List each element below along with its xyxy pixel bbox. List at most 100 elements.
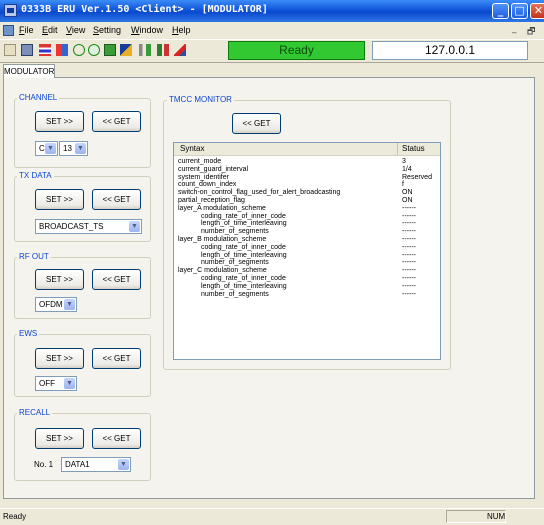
alert-icon[interactable] <box>174 44 186 56</box>
syntax-cell: coding_rate_of_inner_code <box>201 212 286 220</box>
table-row[interactable]: number_of_segments ------ <box>174 291 440 299</box>
status-cell: 1/4 <box>402 165 412 173</box>
syntax-cell: number_of_segments <box>201 290 269 298</box>
table-row[interactable]: coding_rate_of_inner_code ------ <box>174 213 440 221</box>
table-row[interactable]: system_identifer Reserved <box>174 174 440 182</box>
syntax-cell: layer_B modulation_scheme <box>178 236 267 243</box>
app-icon[interactable] <box>4 4 17 17</box>
ews-label: EWS <box>17 329 40 338</box>
table-row[interactable]: coding_rate_of_inner_code ------ <box>174 275 440 283</box>
menu-view[interactable]: View <box>66 25 85 35</box>
channel-number-select[interactable]: 13 ▼ <box>59 141 88 156</box>
syntax-cell: layer_A modulation_scheme <box>178 204 266 212</box>
table-row[interactable]: current_mode 3 <box>174 158 440 166</box>
column-header-status[interactable]: Status <box>402 144 425 153</box>
close-button[interactable]: ✕ <box>530 3 544 19</box>
ews-select[interactable]: OFF ▼ <box>35 376 77 391</box>
table-row[interactable]: layer_C modulation_scheme ------ <box>174 267 440 275</box>
syntax-cell: switch-on_control_flag_used_for_alert_br… <box>178 189 341 197</box>
syntax-cell: coding_rate_of_inner_code <box>201 243 286 251</box>
recall-get-button[interactable]: << GET <box>92 428 141 449</box>
title-bar[interactable]: 0333B ERU Ver.1.50 <Client> - [MODULATOR… <box>0 0 544 22</box>
tx-data-set-button[interactable]: SET >> <box>35 189 84 210</box>
tmcc-get-button[interactable]: << GET <box>232 113 281 134</box>
table-row[interactable]: switch-on_control_flag_used_for_alert_br… <box>174 189 440 197</box>
ews-get-button[interactable]: << GET <box>92 348 141 369</box>
table-row[interactable]: layer_B modulation_scheme ------ <box>174 236 440 244</box>
refresh-icon[interactable] <box>73 44 85 56</box>
connect-icon[interactable] <box>139 44 151 56</box>
ip-address-field[interactable]: 127.0.0.1 <box>372 41 528 60</box>
table-row[interactable]: number_of_segments ------ <box>174 259 440 267</box>
status-cell: ------ <box>402 259 416 267</box>
column-divider[interactable] <box>397 143 398 155</box>
monitor-icon[interactable] <box>104 44 116 56</box>
open-icon[interactable] <box>4 44 16 56</box>
menu-help[interactable]: Help <box>172 25 191 35</box>
mdi-restore-button[interactable]: 🗗 <box>527 24 535 40</box>
tab-modulator[interactable]: MODULATOR <box>3 64 55 78</box>
status-cell: 3 <box>402 158 406 165</box>
table-row[interactable]: length_of_time_interleaving ------ <box>174 283 440 291</box>
table-row[interactable]: length_of_time_interleaving ------ <box>174 252 440 260</box>
menu-edit[interactable]: Edit <box>42 25 58 35</box>
channel-get-button[interactable]: << GET <box>92 111 141 132</box>
num-lock-indicator: NUM <box>487 512 506 521</box>
chevron-down-icon: ▼ <box>64 378 75 389</box>
syntax-cell: partial_reception_flag <box>178 197 245 204</box>
menu-window[interactable]: Window <box>131 25 163 35</box>
table-row[interactable]: count_down_index f <box>174 181 440 189</box>
connection-status: Ready <box>228 41 365 60</box>
recall-data-select[interactable]: DATA1 ▼ <box>61 457 131 472</box>
syntax-cell: length_of_time_interleaving <box>201 282 287 290</box>
channel-icon[interactable] <box>39 44 51 56</box>
status-cell: Reserved <box>402 173 432 181</box>
status-cell: f <box>402 181 404 189</box>
table-row[interactable]: number_of_segments ------ <box>174 228 440 236</box>
menu-file[interactable]: File <box>19 25 34 35</box>
rf-out-get-button[interactable]: << GET <box>92 269 141 290</box>
tx-data-get-button[interactable]: << GET <box>92 189 141 210</box>
sync-icon[interactable] <box>88 44 100 56</box>
channel-set-button[interactable]: SET >> <box>35 111 84 132</box>
tx-data-label: TX DATA <box>17 171 54 180</box>
tools-icon[interactable] <box>120 44 132 56</box>
window-title: 0333B ERU Ver.1.50 <Client> - [MODULATOR… <box>21 4 268 15</box>
table-row[interactable]: coding_rate_of_inner_code ------ <box>174 244 440 252</box>
status-cell: ------ <box>402 267 416 275</box>
status-text: Ready <box>3 512 27 521</box>
chevron-down-icon: ▼ <box>118 459 129 470</box>
column-header-syntax[interactable]: Syntax <box>180 144 204 153</box>
document-icon[interactable] <box>3 25 14 36</box>
mdi-minimize-button[interactable]: _ <box>512 24 517 34</box>
status-cell: ------ <box>402 212 416 220</box>
channel-label: CHANNEL <box>17 93 60 102</box>
save-icon[interactable] <box>21 44 33 56</box>
tx-data-select[interactable]: BROADCAST_TS ▼ <box>35 219 142 234</box>
transfer-icon[interactable] <box>56 44 68 56</box>
status-cell: ------ <box>402 204 416 212</box>
menu-setting[interactable]: Setting <box>93 25 121 35</box>
rf-out-select[interactable]: OFDM ▼ <box>35 297 77 312</box>
syntax-cell: count_down_index <box>178 181 237 189</box>
channel-band-select[interactable]: C ▼ <box>35 141 58 156</box>
ews-set-button[interactable]: SET >> <box>35 348 84 369</box>
chevron-down-icon: ▼ <box>64 299 75 310</box>
table-row[interactable]: current_guard_interval 1/4 <box>174 166 440 174</box>
minimize-button[interactable]: _ <box>492 3 509 19</box>
table-row[interactable]: partial_reception_flag ON <box>174 197 440 205</box>
recall-set-button[interactable]: SET >> <box>35 428 84 449</box>
status-cell: ------ <box>402 243 416 251</box>
table-row[interactable]: length_of_time_interleaving ------ <box>174 220 440 228</box>
rf-out-set-button[interactable]: SET >> <box>35 269 84 290</box>
syntax-cell: layer_C modulation_scheme <box>178 267 267 275</box>
tmcc-monitor-label: TMCC MONITOR <box>167 95 234 104</box>
status-cell: ------ <box>402 275 416 282</box>
chevron-down-icon: ▼ <box>75 143 86 154</box>
disconnect-icon[interactable] <box>157 44 169 56</box>
tmcc-table[interactable]: Syntax Status current_mode 3 current_guard… <box>173 142 441 360</box>
status-cell: ------ <box>402 228 416 236</box>
table-row[interactable]: layer_A modulation_scheme ------ <box>174 205 440 213</box>
maximize-button[interactable]: □ <box>511 3 528 19</box>
syntax-cell: system_identifer <box>178 173 229 181</box>
